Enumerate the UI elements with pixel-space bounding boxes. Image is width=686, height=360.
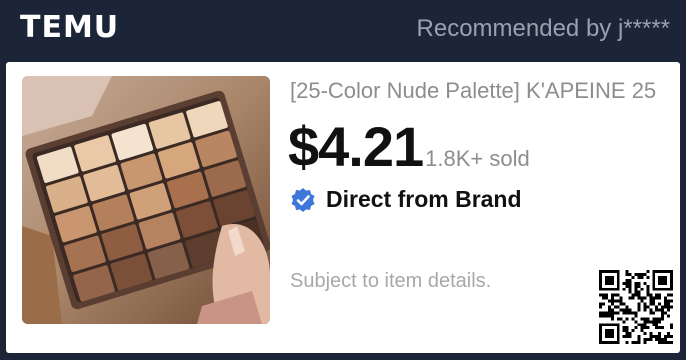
price: $4.21 [288, 115, 424, 178]
product-title[interactable]: [25-Color Nude Palette] K'APEINE 25 [290, 78, 676, 104]
verified-check-icon [291, 187, 315, 212]
header: TEMU Recommended by j***** [0, 0, 686, 62]
recommended-by-text: Recommended by j***** [416, 15, 670, 42]
temu-logo[interactable]: TEMU [20, 10, 119, 45]
eyeshadow-palette-photo [22, 76, 270, 324]
brand-badge: Direct from Brand [290, 186, 522, 213]
brand-badge-text: Direct from Brand [326, 186, 522, 212]
subject-note: Subject to item details. [290, 270, 492, 292]
price-row: $4.21 1.8K+ sold [288, 114, 530, 179]
sold-count: 1.8K+ sold [425, 146, 530, 171]
product-image[interactable] [22, 76, 270, 324]
qr-code[interactable] [599, 270, 673, 344]
product-card[interactable]: [25-Color Nude Palette] K'APEINE 25 $4.2… [6, 62, 680, 353]
